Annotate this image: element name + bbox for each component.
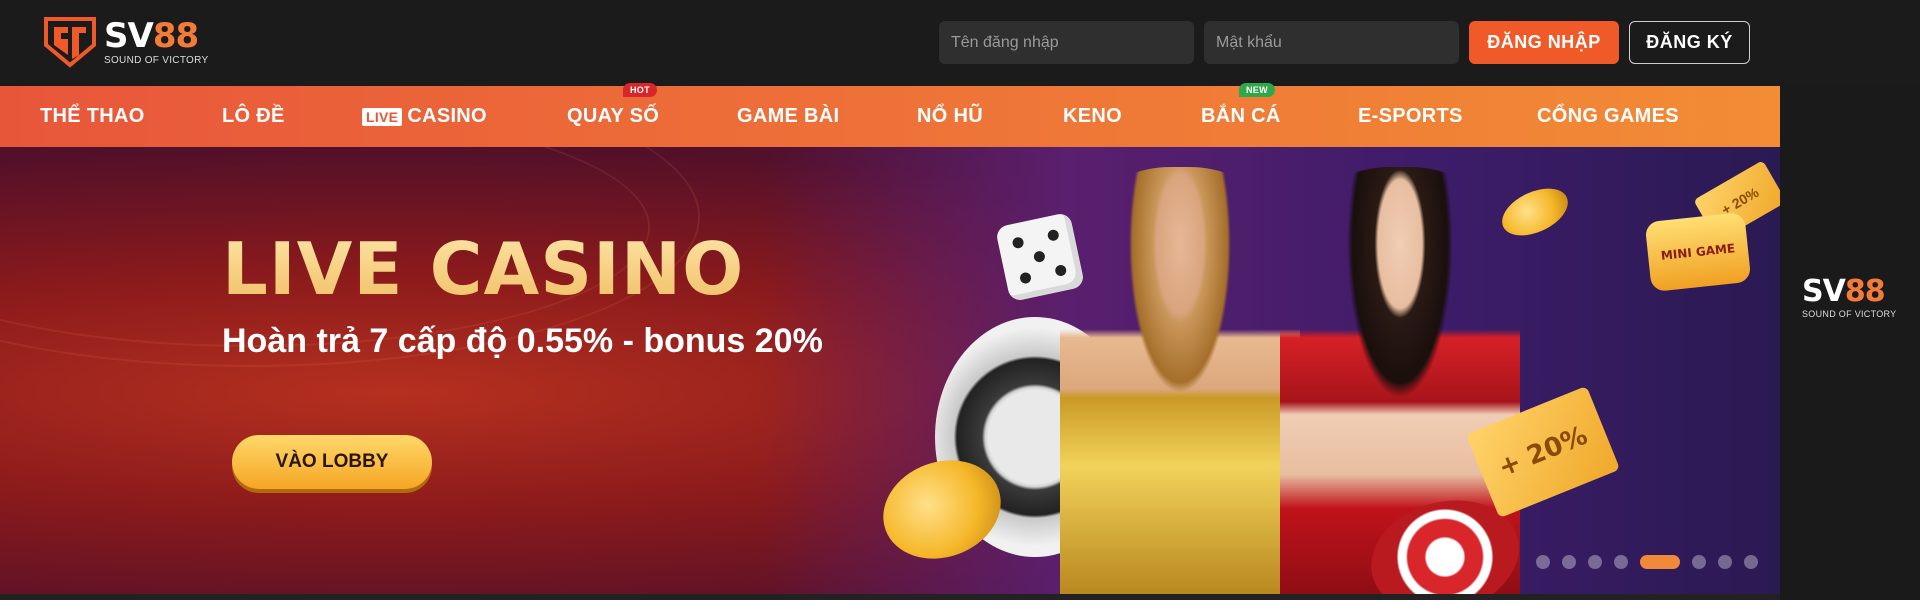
slider-dot[interactable] <box>1588 555 1602 569</box>
banner-bottom-strip <box>0 594 1780 600</box>
logo-name-88: 88 <box>1844 274 1886 309</box>
nav-label: BẮN CÁ <box>1201 105 1281 127</box>
mini-game-button[interactable]: MINI GAME <box>1644 211 1752 293</box>
slider-dot[interactable] <box>1692 555 1706 569</box>
nav-label: LÔ ĐỀ <box>222 105 285 127</box>
nav-item-keno[interactable]: KENO <box>1063 86 1122 147</box>
login-form: ĐĂNG NHẬP ĐĂNG KÝ <box>939 21 1750 64</box>
logo-name-88: 88 <box>152 16 199 56</box>
nav-label: KENO <box>1063 105 1122 127</box>
nav-item-quay-so[interactable]: QUAY SỐ HOT <box>567 83 660 147</box>
username-input[interactable] <box>939 21 1194 64</box>
live-badge: LIVE <box>362 107 403 126</box>
slider-dot[interactable] <box>1614 555 1628 569</box>
brand-logo[interactable]: SV88 SOUND OF VICTORY <box>42 14 222 70</box>
nav-item-live-casino[interactable]: LIVE CASINO <box>362 86 487 147</box>
nav-item-e-sports[interactable]: E-SPORTS <box>1358 86 1463 147</box>
nav-label: NỔ HŨ <box>917 105 983 127</box>
logo-name-sv: SV <box>104 16 154 56</box>
slider-dot[interactable] <box>1718 555 1732 569</box>
slider-dots <box>1536 555 1758 569</box>
logo-name: SV88 <box>104 18 208 54</box>
nav-label: THỂ THAO <box>40 105 145 127</box>
main-nav: THỂ THAO LÔ ĐỀ LIVE CASINO QUAY SỐ HOT GAM… <box>0 83 1780 147</box>
slider-dot[interactable] <box>1744 555 1758 569</box>
nav-label: CỔNG GAMES <box>1537 105 1679 127</box>
side-floating-logo[interactable]: SV88 SOUND OF VICTORY <box>1802 276 1902 320</box>
header: SV88 SOUND OF VICTORY ĐĂNG NHẬP ĐĂNG KÝ <box>0 0 1920 86</box>
nav-item-ban-ca[interactable]: BẮN CÁ NEW <box>1201 83 1281 147</box>
nav-item-the-thao[interactable]: THỂ THAO <box>40 86 145 147</box>
side-logo-tagline: SOUND OF VICTORY <box>1802 309 1897 319</box>
nav-label: QUAY SỐ <box>567 105 660 127</box>
shield-logo-icon <box>44 17 96 68</box>
logo-tagline: SOUND OF VICTORY <box>104 55 209 66</box>
slider-dot[interactable] <box>1536 555 1550 569</box>
login-button[interactable]: ĐĂNG NHẬP <box>1469 21 1619 64</box>
side-logo-name: SV88 <box>1802 276 1902 308</box>
nav-label: CASINO <box>407 105 487 127</box>
nav-item-game-bai[interactable]: GAME BÀI <box>737 86 839 147</box>
nav-item-lo-de[interactable]: LÔ ĐỀ <box>222 86 285 147</box>
hot-badge: HOT <box>623 83 657 97</box>
nav-label: GAME BÀI <box>737 105 840 127</box>
hero-banner[interactable]: + 20% + 20% MINI GAME LIVE CASINO Hoàn t… <box>0 147 1780 594</box>
slider-dot[interactable] <box>1640 555 1680 569</box>
slider-dot[interactable] <box>1562 555 1576 569</box>
register-button[interactable]: ĐĂNG KÝ <box>1629 21 1750 64</box>
logo-text: SV88 SOUND OF VICTORY <box>104 18 208 66</box>
new-badge: NEW <box>1239 83 1275 97</box>
banner-subtitle: Hoàn trả 7 cấp độ 0.55% - bonus 20% <box>222 322 823 360</box>
nav-item-no-hu[interactable]: NỔ HŨ <box>917 86 983 147</box>
host-image-gold-dress <box>1060 167 1300 594</box>
password-input[interactable] <box>1204 21 1459 64</box>
nav-label: E-SPORTS <box>1358 105 1463 127</box>
enter-lobby-button[interactable]: VÀO LOBBY <box>232 435 432 489</box>
banner-title: LIVE CASINO <box>222 227 745 311</box>
logo-name-sv: SV <box>1802 274 1846 309</box>
nav-item-cong-games[interactable]: CỔNG GAMES <box>1537 86 1679 147</box>
